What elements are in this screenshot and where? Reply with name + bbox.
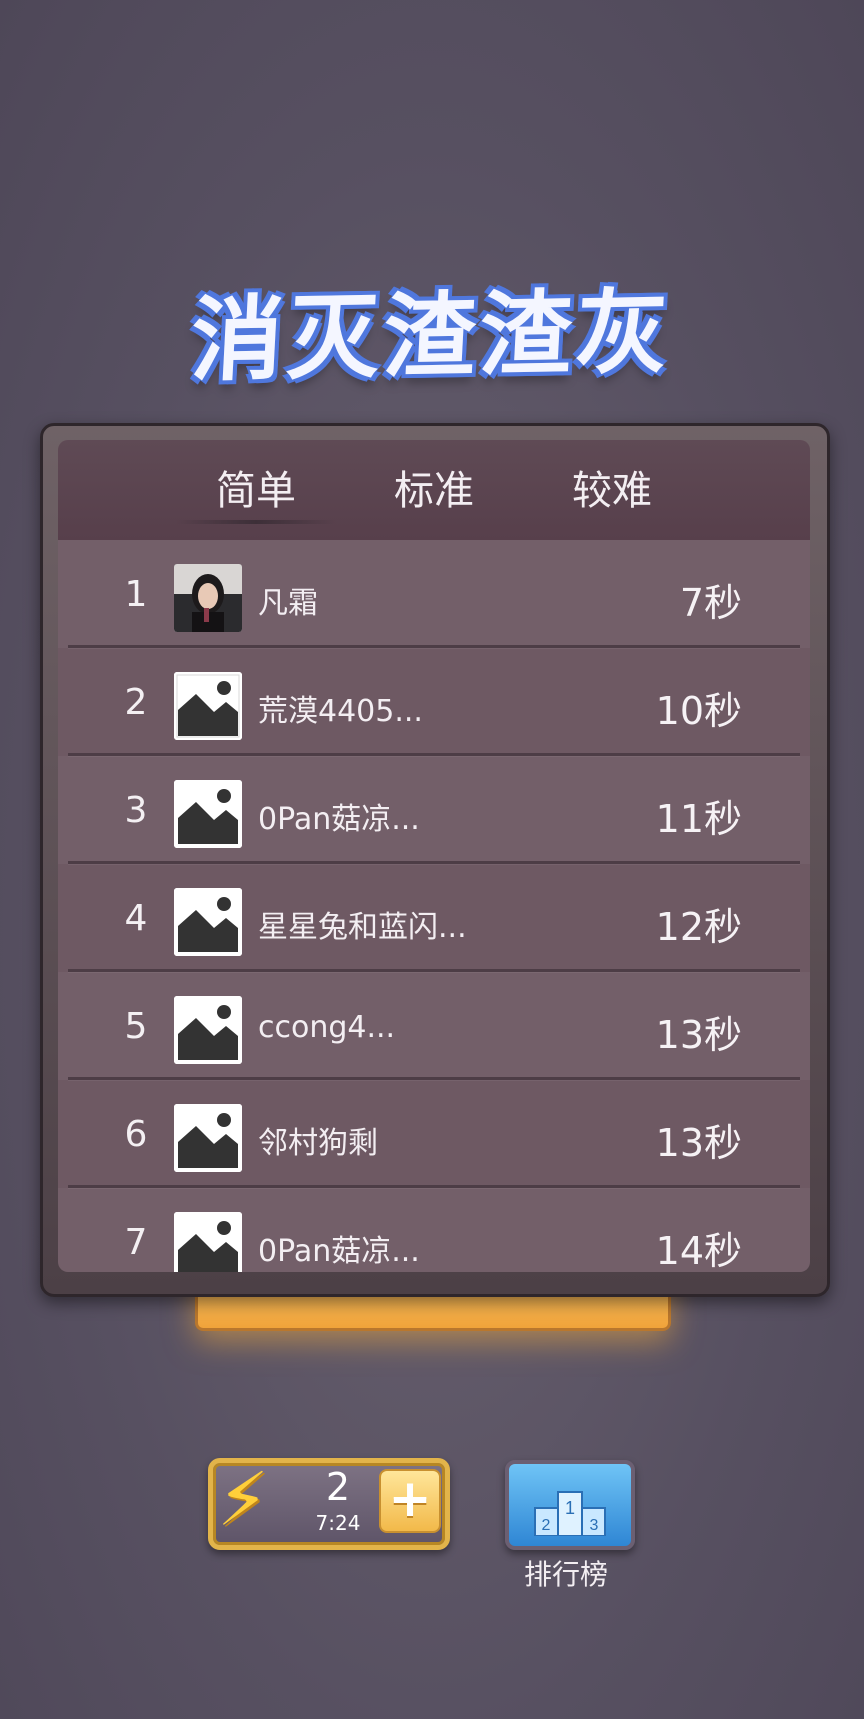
player-name: 0Pan菇凉... (258, 802, 420, 837)
player-time: 12秒 (655, 905, 742, 949)
rank-number: 3 (124, 790, 148, 831)
table-row[interactable]: 5 ccong4... 13秒 (58, 972, 810, 1080)
player-name: 荒漠4405... (258, 694, 423, 729)
placeholder-image-icon (174, 1104, 242, 1172)
player-time: 14秒 (655, 1229, 742, 1272)
svg-text:1: 1 (565, 1498, 575, 1518)
table-row[interactable]: 2 荒漠4405... 10秒 (58, 648, 810, 756)
leaderboard-list[interactable]: 1 凡霜 7秒 2 荒漠4405... 10秒 3 0Pan菇凉... 11秒 … (58, 540, 810, 1272)
tab-easy[interactable]: 简单 (176, 458, 336, 516)
energy-count: 2 (325, 1465, 351, 1509)
game-title: 消灭渣渣灰 (188, 278, 675, 395)
avatar (174, 564, 242, 632)
ranking-label: 排行榜 (523, 1558, 608, 1591)
podium-icon: 1 2 3 (534, 1491, 606, 1536)
rank-number: 4 (124, 898, 148, 939)
table-row[interactable]: 3 0Pan菇凉... 11秒 (58, 756, 810, 864)
placeholder-image-icon (174, 996, 242, 1064)
player-name: ccong4... (258, 1010, 396, 1045)
tab-standard[interactable]: 标准 (354, 458, 514, 516)
lightning-icon: ⚡ (217, 1457, 269, 1543)
rank-number: 5 (124, 1006, 148, 1047)
ranking-button[interactable]: 1 2 3 (505, 1460, 635, 1550)
placeholder-image-icon (174, 1212, 242, 1272)
table-row[interactable]: 6 邻村狗剩 13秒 (58, 1080, 810, 1188)
plus-icon[interactable]: + (379, 1469, 441, 1533)
table-row[interactable]: 4 星星兔和蓝闪... 12秒 (58, 864, 810, 972)
rank-number: 7 (124, 1222, 148, 1263)
player-name: 星星兔和蓝闪... (258, 910, 467, 945)
energy-timer: 7:24 (315, 1511, 361, 1535)
leaderboard-panel: 简单 标准 较难 1 凡霜 7秒 2 荒漠4405... 10秒 3 0Pan菇… (58, 440, 810, 1272)
active-tab-indicator (176, 520, 336, 524)
rank-number: 2 (124, 682, 148, 723)
svg-text:2: 2 (542, 1517, 551, 1534)
placeholder-image-icon (174, 888, 242, 956)
rank-number: 6 (124, 1114, 148, 1155)
table-row[interactable]: 1 凡霜 7秒 (58, 540, 810, 648)
tab-hard[interactable]: 较难 (532, 458, 692, 516)
player-name: 0Pan菇凉... (258, 1234, 420, 1269)
difficulty-tabs: 简单 标准 较难 (58, 440, 810, 540)
table-row[interactable]: 7 0Pan菇凉... 14秒 (58, 1188, 810, 1272)
svg-text:3: 3 (590, 1517, 599, 1534)
player-name: 凡霜 (258, 586, 318, 621)
placeholder-image-icon (174, 672, 242, 740)
player-time: 7秒 (679, 581, 742, 625)
player-time: 11秒 (655, 797, 742, 841)
player-time: 13秒 (655, 1013, 742, 1057)
player-time: 10秒 (655, 689, 742, 733)
energy-counter[interactable]: ⚡ 2 7:24 + (208, 1457, 450, 1550)
player-time: 13秒 (655, 1121, 742, 1165)
rank-number: 1 (124, 574, 148, 615)
placeholder-image-icon (174, 780, 242, 848)
player-name: 邻村狗剩 (258, 1126, 378, 1161)
